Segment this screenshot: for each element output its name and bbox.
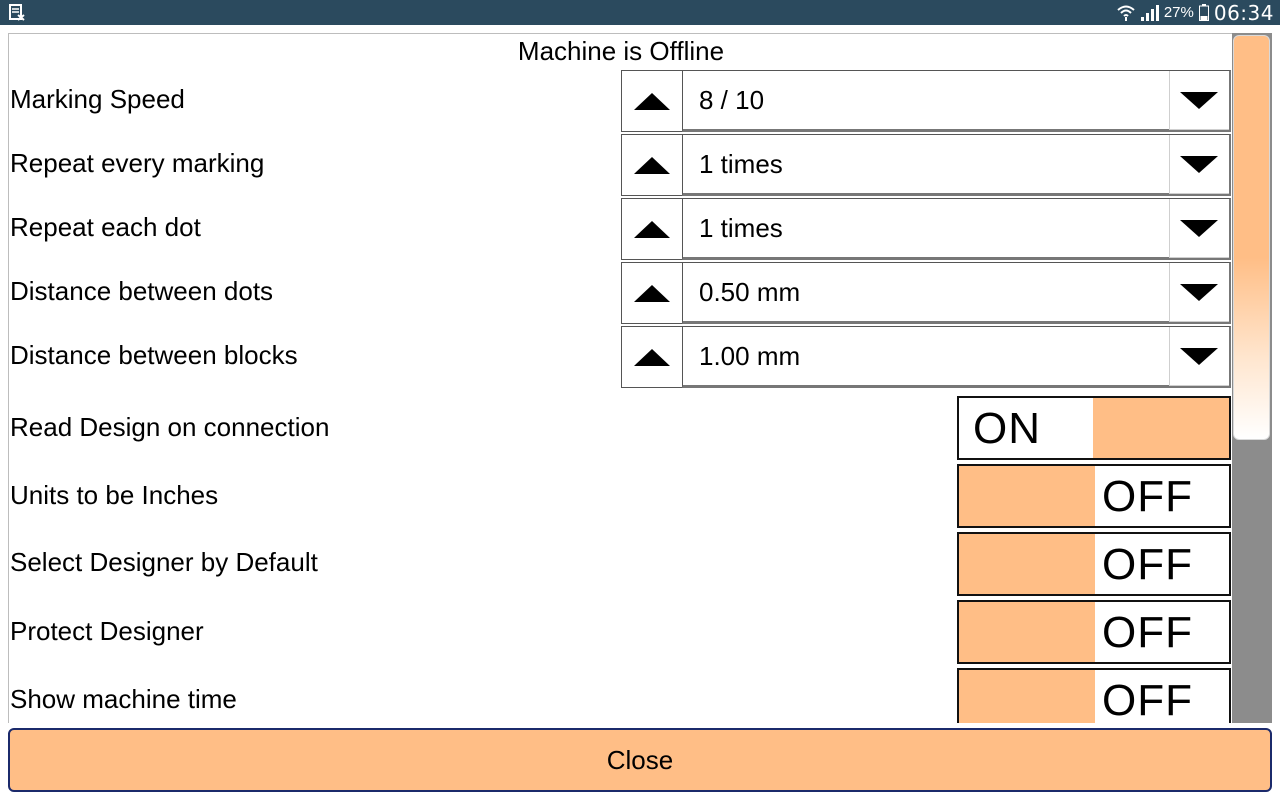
value-dropdown[interactable]: 1.00 mm: [682, 326, 1231, 388]
value-dropdown[interactable]: 1 times: [682, 198, 1231, 260]
show-machine-time-label: Show machine time: [10, 684, 237, 714]
stepper-value: 0.50 mm: [699, 277, 801, 307]
signal-icon: [1140, 4, 1159, 21]
repeat-every-marking-stepper: 1 times: [621, 134, 1231, 196]
units-inches-toggle[interactable]: OFF: [957, 464, 1231, 528]
stepper-value: 1.00 mm: [699, 341, 801, 371]
settings-panel[interactable]: Machine is Offline Marking Speed 8 / 10 …: [8, 33, 1232, 723]
protect-designer-toggle[interactable]: OFF: [957, 600, 1231, 664]
distance-between-blocks-label: Distance between blocks: [10, 340, 298, 370]
decrease-button[interactable]: [1169, 263, 1229, 322]
toggle-state: OFF: [1102, 472, 1193, 521]
units-inches-label: Units to be Inches: [10, 480, 219, 510]
connection-status: Machine is Offline: [517, 36, 725, 66]
distance-between-blocks-stepper: 1.00 mm: [621, 326, 1231, 388]
triangle-up-icon: [634, 157, 670, 174]
scrollbar-thumb[interactable]: [1233, 35, 1270, 440]
value-dropdown[interactable]: 0.50 mm: [682, 262, 1231, 324]
battery-icon: [1198, 4, 1209, 21]
toggle-state: OFF: [1102, 540, 1193, 589]
triangle-up-icon: [634, 93, 670, 110]
repeat-each-dot-label: Repeat each dot: [10, 212, 201, 242]
decrease-button[interactable]: [1169, 327, 1229, 386]
decrease-button[interactable]: [1169, 135, 1229, 194]
show-machine-time-toggle[interactable]: OFF: [957, 668, 1231, 723]
screenshot-icon: [9, 4, 25, 21]
toggle-state: OFF: [1102, 676, 1193, 723]
value-dropdown[interactable]: 1 times: [682, 134, 1231, 196]
repeat-each-dot-stepper: 1 times: [621, 198, 1231, 260]
triangle-up-icon: [634, 221, 670, 238]
increase-button[interactable]: [621, 70, 683, 132]
wifi-icon: [1117, 5, 1135, 21]
read-design-toggle[interactable]: ON: [957, 396, 1231, 460]
triangle-down-icon: [1180, 220, 1218, 237]
triangle-up-icon: [634, 285, 670, 302]
triangle-down-icon: [1180, 348, 1218, 365]
increase-button[interactable]: [621, 262, 683, 324]
decrease-button[interactable]: [1169, 71, 1229, 130]
toggle-knob: [959, 466, 1095, 526]
close-button[interactable]: Close: [8, 728, 1272, 792]
increase-button[interactable]: [621, 326, 683, 388]
stepper-value: 1 times: [699, 213, 783, 243]
triangle-up-icon: [634, 349, 670, 366]
stepper-value: 1 times: [699, 149, 783, 179]
distance-between-dots-stepper: 0.50 mm: [621, 262, 1231, 324]
battery-percent: 27%: [1163, 4, 1194, 21]
stepper-value: 8 / 10: [699, 85, 765, 115]
decrease-button[interactable]: [1169, 199, 1229, 258]
toggle-knob: [1093, 398, 1229, 458]
protect-designer-label: Protect Designer: [10, 616, 204, 646]
triangle-down-icon: [1180, 156, 1218, 173]
toggle-knob: [959, 534, 1095, 594]
toggle-knob: [959, 602, 1095, 662]
distance-between-dots-label: Distance between dots: [10, 276, 274, 306]
marking-speed-stepper: 8 / 10: [621, 70, 1231, 132]
select-designer-label: Select Designer by Default: [10, 547, 318, 577]
select-designer-toggle[interactable]: OFF: [957, 532, 1231, 596]
status-bar: 27% 06:34: [0, 0, 1280, 25]
increase-button[interactable]: [621, 198, 683, 260]
triangle-down-icon: [1180, 284, 1218, 301]
read-design-label: Read Design on connection: [10, 412, 330, 442]
repeat-every-marking-label: Repeat every marking: [10, 148, 265, 178]
value-dropdown[interactable]: 8 / 10: [682, 70, 1231, 132]
marking-speed-label: Marking Speed: [10, 84, 185, 114]
toggle-state: OFF: [1102, 608, 1193, 657]
toggle-state: ON: [973, 404, 1041, 453]
toggle-knob: [959, 670, 1095, 723]
clock: 06:34: [1213, 0, 1274, 25]
increase-button[interactable]: [621, 134, 683, 196]
triangle-down-icon: [1180, 92, 1218, 109]
